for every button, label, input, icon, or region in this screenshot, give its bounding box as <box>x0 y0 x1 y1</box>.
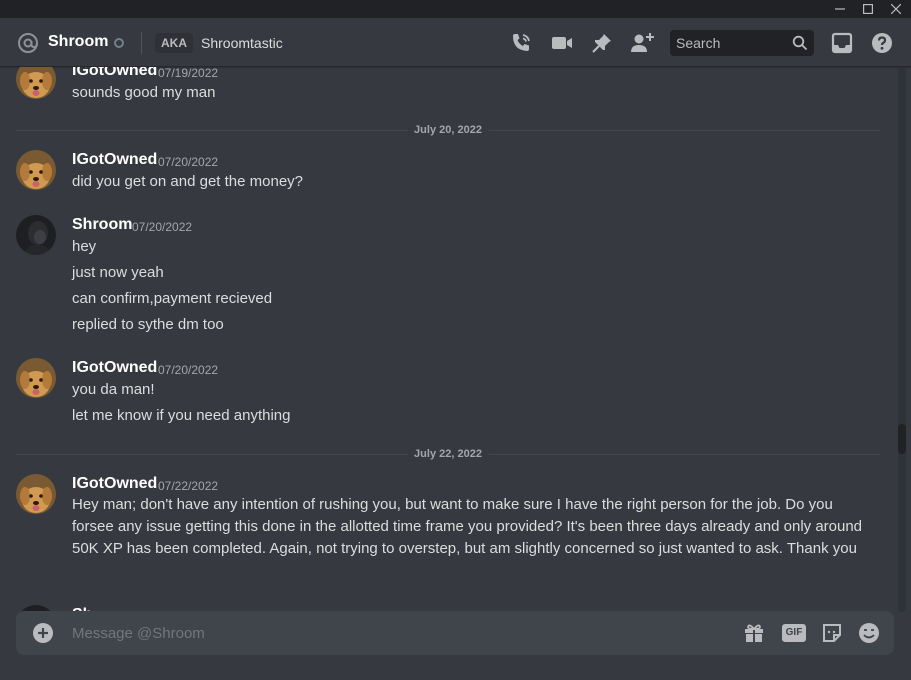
message-text: just now yeah <box>72 264 164 281</box>
message-timestamp: 07/20/2022 <box>132 220 193 234</box>
start-voice-call-icon[interactable] <box>508 30 534 56</box>
avatar[interactable] <box>16 358 56 398</box>
sticker-icon[interactable] <box>819 620 845 646</box>
date-divider-label: July 22, 2022 <box>408 447 488 461</box>
message-text: let me know if you need anything <box>72 407 291 424</box>
search-input[interactable] <box>670 30 790 56</box>
add-attachment-icon[interactable] <box>32 622 54 649</box>
offline-status-icon <box>114 38 124 48</box>
message-author[interactable]: IGotOwned <box>72 359 157 377</box>
gif-icon[interactable]: GIF <box>781 620 807 646</box>
close-icon[interactable] <box>882 0 910 18</box>
message-timestamp: 07/22/2022 <box>158 479 219 493</box>
dm-recipient-name[interactable]: Shroom <box>48 33 108 51</box>
date-divider: July 22, 2022 <box>16 447 880 461</box>
message-text: replied to sythe dm too <box>72 316 224 333</box>
message-input[interactable] <box>72 611 712 655</box>
avatar[interactable] <box>16 215 56 255</box>
message-text: can confirm,payment recieved <box>72 290 273 307</box>
search-bar[interactable] <box>670 30 814 56</box>
message-composer: GIF <box>16 611 894 655</box>
message-author[interactable]: IGotOwned <box>72 151 157 169</box>
message-text: Hey man; don't have any intention of rus… <box>72 496 863 557</box>
message-author[interactable]: IGotOwned <box>72 475 157 493</box>
minimize-icon[interactable] <box>826 0 854 18</box>
aka-badge: AKA <box>155 33 193 53</box>
start-video-call-icon[interactable] <box>549 30 575 56</box>
avatar[interactable] <box>16 474 56 514</box>
scrollbar-thumb[interactable] <box>898 424 906 454</box>
search-icon[interactable] <box>792 35 808 56</box>
message-scrollbar[interactable] <box>898 67 906 612</box>
message-list: IGotOwned 07/19/2022 sounds good my man … <box>0 67 898 612</box>
message-text: you da man! <box>72 381 155 398</box>
avatar[interactable] <box>16 150 56 190</box>
message-timestamp: 07/19/2022 <box>158 67 219 80</box>
message-timestamp: 07/20/2022 <box>158 155 219 169</box>
message-author[interactable]: Shroom <box>72 216 132 234</box>
at-sign-icon <box>16 31 40 60</box>
alias-name: Shroomtastic <box>201 35 283 51</box>
pinned-messages-icon[interactable] <box>589 30 615 56</box>
avatar[interactable] <box>16 67 56 99</box>
window-title-bar <box>0 0 911 18</box>
header-divider <box>141 32 142 54</box>
dm-header: Shroom AKA Shroomtastic <box>0 18 911 67</box>
date-divider: July 20, 2022 <box>16 123 880 137</box>
inbox-icon[interactable] <box>829 30 855 56</box>
gift-icon[interactable] <box>741 620 767 646</box>
maximize-icon[interactable] <box>854 0 882 18</box>
gif-button-label: GIF <box>782 624 806 642</box>
help-icon[interactable] <box>869 30 895 56</box>
message-text: did you get on and get the money? <box>72 173 304 190</box>
message-text: sounds good my man <box>72 84 216 101</box>
message-timestamp: 07/20/2022 <box>158 363 219 377</box>
emoji-icon[interactable] <box>856 620 882 646</box>
message-author[interactable]: IGotOwned <box>72 67 157 80</box>
date-divider-label: July 20, 2022 <box>408 123 488 137</box>
add-friends-to-dm-icon[interactable] <box>629 30 655 56</box>
message-text: hey <box>72 238 97 255</box>
